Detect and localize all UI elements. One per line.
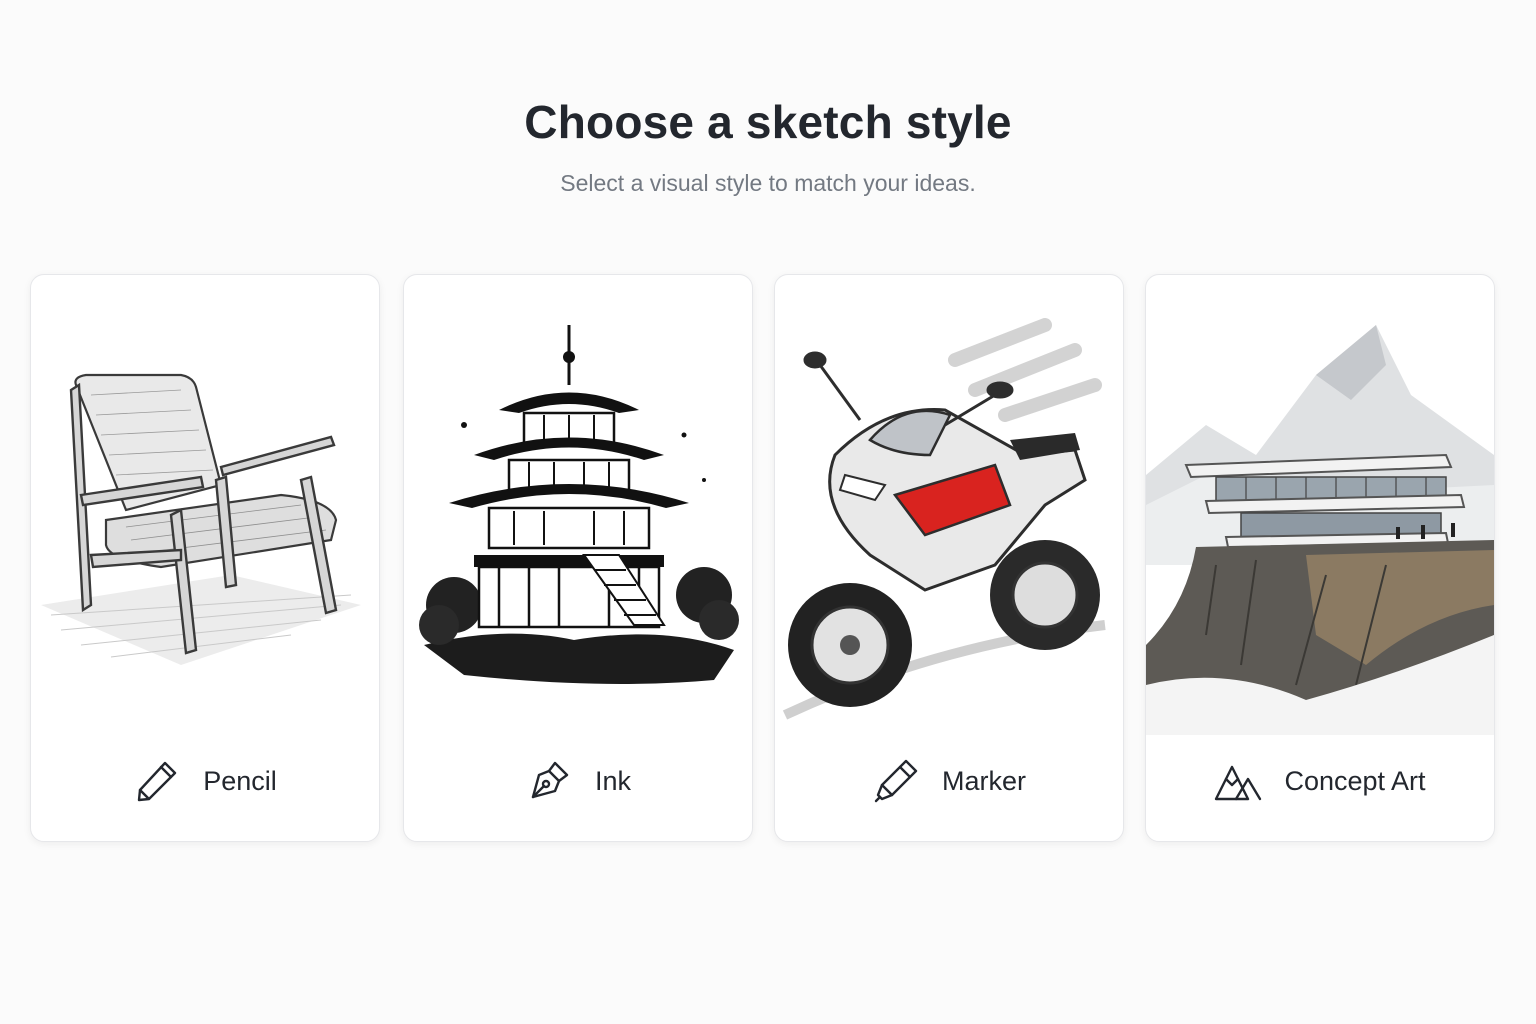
- style-label: Pencil: [203, 765, 277, 796]
- motorcycle-illustration: [782, 318, 1106, 720]
- header: Choose a sketch style Select a visual st…: [0, 90, 1536, 198]
- cliff-building-illustration: [1146, 325, 1494, 735]
- style-label: Ink: [594, 765, 632, 796]
- style-label-row: Marker: [775, 753, 1123, 809]
- style-label-row: Concept Art: [1146, 753, 1494, 809]
- style-card-grid: Pencil Ink Marker Concept Art: [30, 274, 1495, 842]
- mountain-icon: [1215, 765, 1262, 801]
- page-subtitle: Select a visual style to match your idea…: [560, 170, 976, 196]
- armchair-illustration: [41, 373, 361, 665]
- style-label-row: Ink: [404, 753, 752, 809]
- style-label: Marker: [941, 765, 1026, 796]
- style-label-row: Pencil: [31, 753, 379, 809]
- marker-icon: [874, 759, 918, 803]
- style-card-ink[interactable]: Ink: [403, 274, 753, 842]
- style-card-marker[interactable]: Marker: [774, 274, 1124, 842]
- page-title: Choose a sketch style: [524, 96, 1012, 148]
- style-picker-page: Choose a sketch style Select a visual st…: [0, 0, 1536, 1024]
- style-label: Concept Art: [1284, 765, 1426, 796]
- style-card-concept-art[interactable]: Concept Art: [1145, 274, 1495, 842]
- fountain-pen-icon: [531, 761, 569, 799]
- pencil-icon: [138, 761, 177, 802]
- style-card-pencil[interactable]: Pencil: [30, 274, 380, 842]
- pagoda-illustration: [419, 325, 739, 684]
